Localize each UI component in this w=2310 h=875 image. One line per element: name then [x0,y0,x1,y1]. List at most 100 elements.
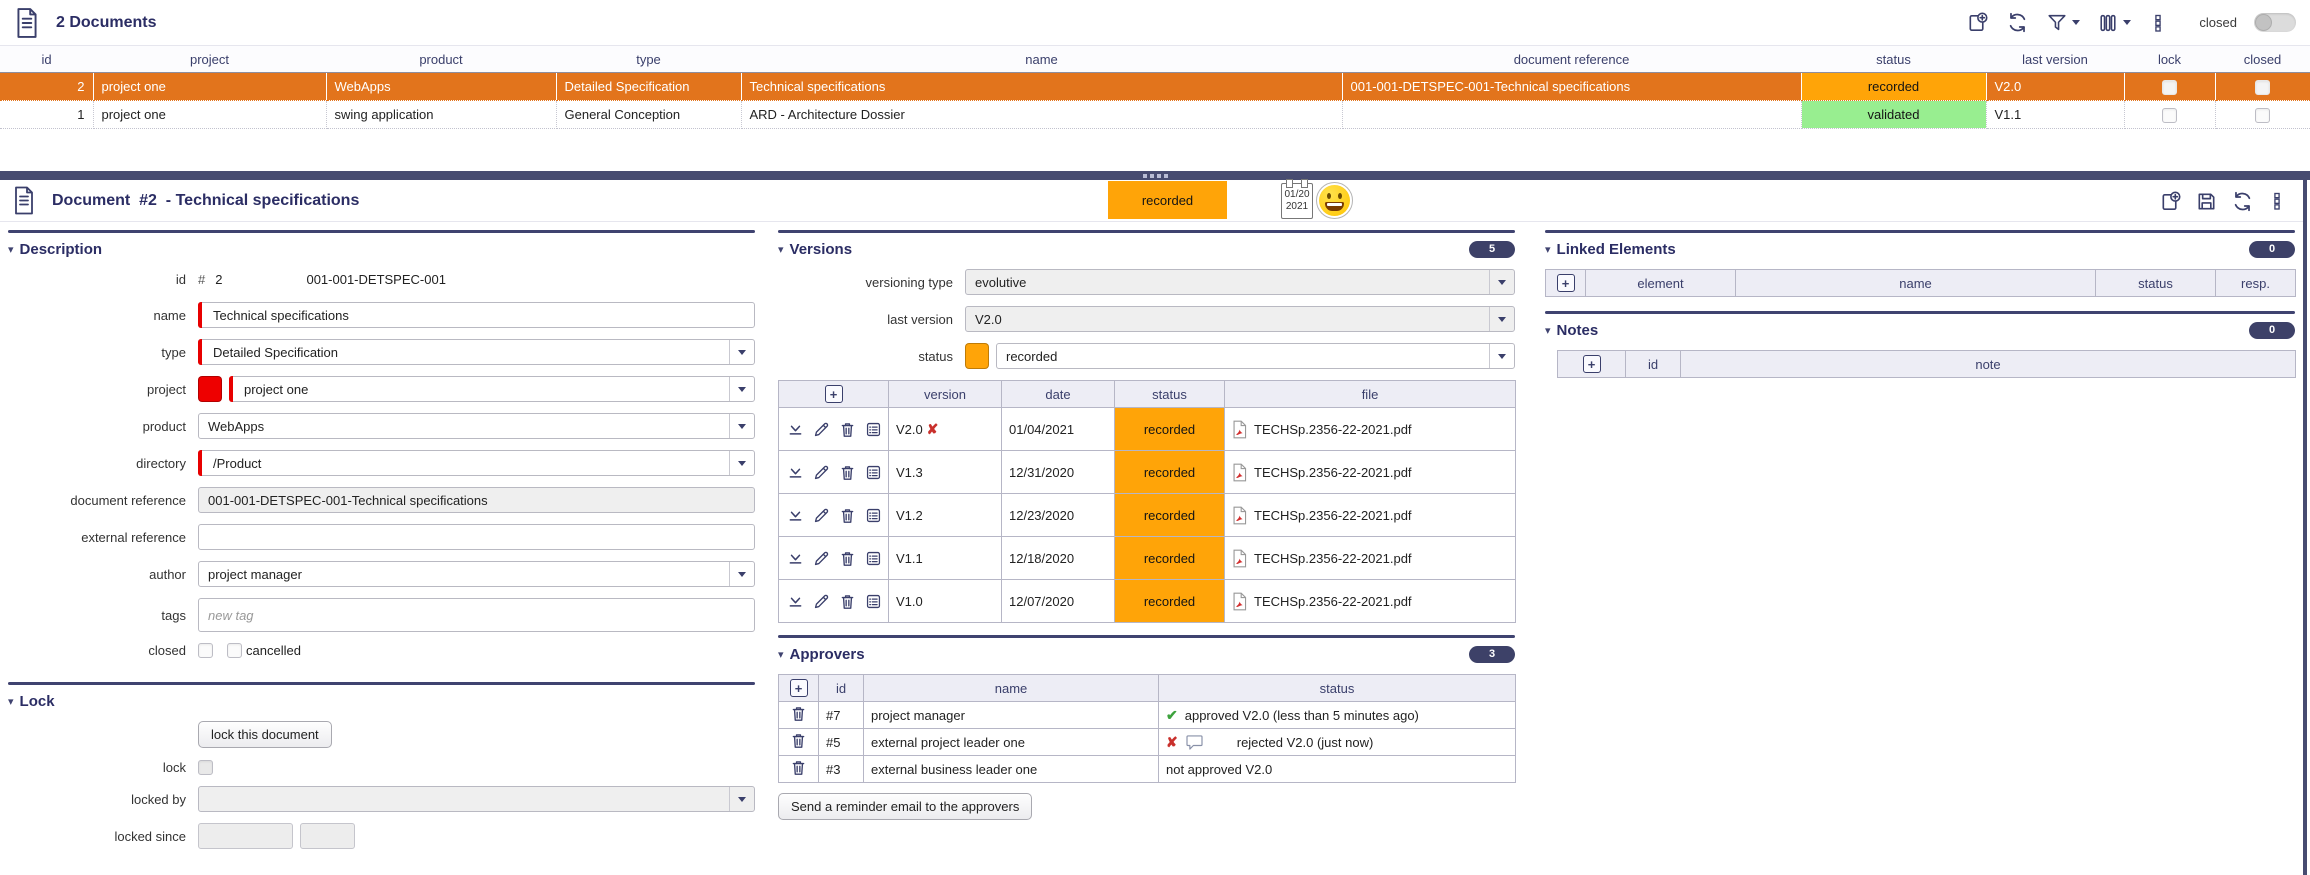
documents-table-header: id project product type name document re… [0,45,2310,73]
more-menu-icon[interactable] [2148,11,2168,35]
send-reminder-button[interactable]: Send a reminder email to the approvers [778,793,1033,820]
delete-version-icon[interactable] [838,506,857,525]
add-version-button[interactable]: + [824,385,843,403]
version-details-icon[interactable] [864,463,883,482]
closed-checkbox[interactable] [2255,79,2271,95]
table-row[interactable]: 2 project one WebApps Detailed Specificatio… [0,72,2310,101]
horizontal-splitter[interactable] [0,171,2310,180]
collapse-icon[interactable]: ▾ [1545,243,1551,256]
column-header-status[interactable]: status [1801,45,1986,73]
column-header-last-version[interactable]: last version [1986,45,2124,73]
edit-version-icon[interactable] [812,506,831,525]
version-details-icon[interactable] [864,592,883,611]
status-select[interactable]: recorded [996,343,1515,369]
directory-select[interactable]: /Product [198,450,755,476]
directory-value: /Product [213,455,262,471]
tags-input[interactable]: new tag [198,598,755,632]
column-header-id: id [1625,350,1681,378]
chevron-down-icon[interactable] [729,414,754,438]
collapse-icon[interactable]: ▾ [778,243,784,256]
delete-version-icon[interactable] [838,592,857,611]
download-version-icon[interactable] [786,506,805,525]
versions-table-header: + version date status file [778,380,1516,408]
vertical-splitter[interactable] [2303,171,2307,875]
table-row[interactable]: 1 project one swing application General Con… [0,100,2310,129]
column-header-closed[interactable]: closed [2215,45,2310,73]
column-header-resp: resp. [2215,269,2296,297]
closed-checkbox[interactable] [198,643,213,658]
column-header-document-reference[interactable]: document reference [1342,45,1801,73]
download-version-icon[interactable] [786,463,805,482]
version-row: V1.0 12/07/2020 recorded TECHSp.2356-22-202… [778,579,1516,623]
download-version-icon[interactable] [786,420,805,439]
edit-version-icon[interactable] [812,420,831,439]
delete-version-icon[interactable] [838,549,857,568]
lock-checkbox[interactable] [2162,107,2177,123]
column-header-type[interactable]: type [556,45,741,73]
chevron-down-icon[interactable] [729,562,754,586]
add-document-icon[interactable] [1966,11,1989,34]
add-approver-button[interactable]: + [789,679,808,697]
save-icon[interactable] [2195,190,2218,213]
version-details-icon[interactable] [864,506,883,525]
add-linked-element-button[interactable]: + [1556,274,1575,292]
chevron-down-icon[interactable] [729,340,754,364]
approver-actions [778,755,819,783]
author-select[interactable]: project manager [198,561,755,587]
version-date: 12/18/2020 [1001,536,1115,580]
collapse-icon[interactable]: ▾ [778,648,784,661]
column-header-lock[interactable]: lock [2124,45,2215,73]
version-file-link[interactable]: TECHSp.2356-22-2021.pdf [1254,465,1412,480]
cancelled-checkbox[interactable] [227,643,242,658]
collapse-icon[interactable]: ▾ [1545,324,1551,337]
add-icon[interactable] [2159,190,2182,213]
column-header-product[interactable]: product [326,45,556,73]
version-file-link[interactable]: TECHSp.2356-22-2021.pdf [1254,594,1412,609]
lock-document-button[interactable]: lock this document [198,721,332,748]
cell-product: WebApps [326,72,557,101]
edit-version-icon[interactable] [812,592,831,611]
edit-version-icon[interactable] [812,463,831,482]
closed-toggle[interactable] [2254,13,2296,32]
columns-icon[interactable] [2097,12,2132,34]
collapse-icon[interactable]: ▾ [8,695,14,708]
cell-project: project one [93,100,327,129]
chevron-down-icon[interactable] [729,377,754,401]
delete-approver-icon[interactable] [789,731,808,750]
version-details-icon[interactable] [864,549,883,568]
column-header-id[interactable]: id [0,45,93,73]
delete-approver-icon[interactable] [789,758,808,777]
chevron-down-icon[interactable] [729,451,754,475]
download-version-icon[interactable] [786,549,805,568]
remove-version-icon[interactable]: ✘ [923,421,939,437]
type-select[interactable]: Detailed Specification [198,339,755,365]
version-file-link[interactable]: TECHSp.2356-22-2021.pdf [1254,422,1412,437]
cell-project: project one [93,72,327,101]
lock-checkbox[interactable] [2162,79,2177,95]
project-select[interactable]: project one [229,376,755,402]
filter-icon[interactable] [2046,12,2081,34]
closed-checkbox[interactable] [2255,107,2271,123]
delete-version-icon[interactable] [838,463,857,482]
download-version-icon[interactable] [786,592,805,611]
name-field[interactable]: Technical specifications [198,302,755,328]
approver-status: not approved V2.0 [1158,755,1516,783]
section-title-approvers: Approvers [789,645,865,663]
product-select[interactable]: WebApps [198,413,755,439]
edit-version-icon[interactable] [812,549,831,568]
version-file-link[interactable]: TECHSp.2356-22-2021.pdf [1254,508,1412,523]
refresh-icon[interactable] [2006,11,2029,34]
refresh-icon[interactable] [2231,190,2254,213]
column-header-name[interactable]: name [741,45,1342,73]
chevron-down-icon[interactable] [1489,344,1514,368]
version-file-link[interactable]: TECHSp.2356-22-2021.pdf [1254,551,1412,566]
add-note-button[interactable]: + [1582,355,1601,373]
version-details-icon[interactable] [864,420,883,439]
column-header-project[interactable]: project [93,45,326,73]
delete-version-icon[interactable] [838,420,857,439]
external-reference-field[interactable] [198,524,755,550]
collapse-icon[interactable]: ▾ [8,243,14,256]
delete-approver-icon[interactable] [789,704,808,723]
comment-icon[interactable] [1185,734,1204,751]
more-menu-icon[interactable] [2267,189,2287,213]
